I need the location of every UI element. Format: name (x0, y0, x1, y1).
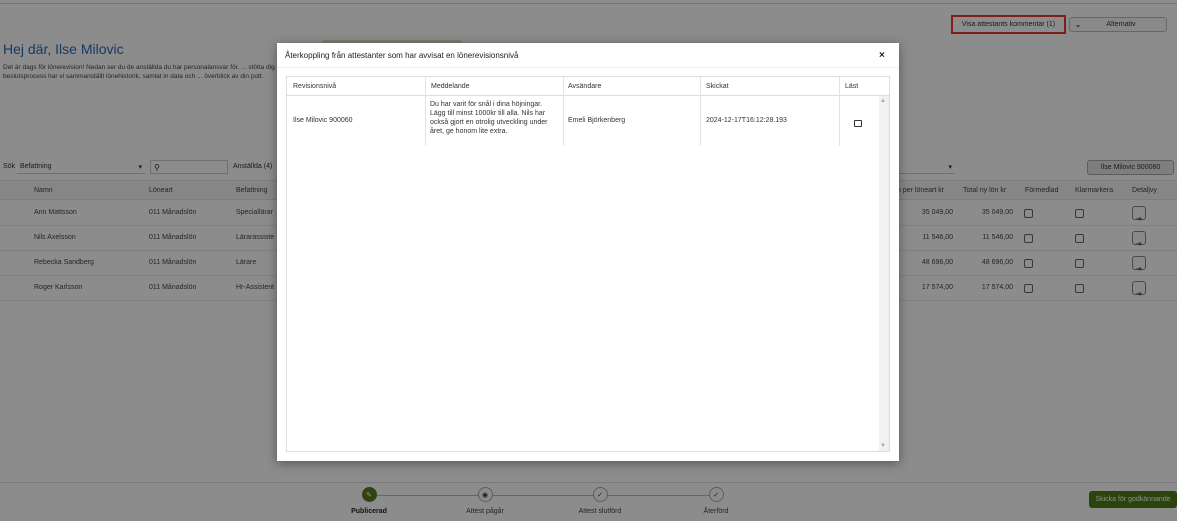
modal-divider (277, 67, 899, 68)
cell-message: Du har varit för snål i dina höjningar. … (430, 101, 548, 135)
read-checkbox[interactable] (854, 120, 862, 127)
cell-sender: Emeli Björkenberg (568, 117, 626, 124)
feedback-table: Revisionsnivå Meddelande Avsändare Skick… (286, 76, 890, 452)
scroll-up-icon[interactable]: ▲ (880, 98, 886, 104)
scroll-down-icon[interactable]: ▼ (880, 443, 886, 449)
modal-title: Återkoppling från attestanter som har av… (285, 51, 519, 60)
col-sent: Skickat (706, 83, 729, 90)
cell-level: Ilse Milovic 900060 (293, 117, 353, 124)
cell-sent: 2024-12-17T16:12:28.193 (706, 117, 787, 124)
feedback-modal: Återkoppling från attestanter som har av… (277, 43, 899, 461)
feedback-table-header: Revisionsnivå Meddelande Avsändare Skick… (287, 77, 889, 96)
close-icon[interactable]: × (879, 50, 885, 61)
col-read: Läst (845, 83, 859, 90)
col-message: Meddelande (431, 83, 470, 90)
scrollbar[interactable]: ▲ ▼ (879, 96, 889, 451)
feedback-row: Ilse Milovic 900060 Du har varit för snå… (287, 97, 879, 146)
col-level: Revisionsnivå (293, 83, 337, 90)
col-sender: Avsändare (568, 83, 602, 90)
